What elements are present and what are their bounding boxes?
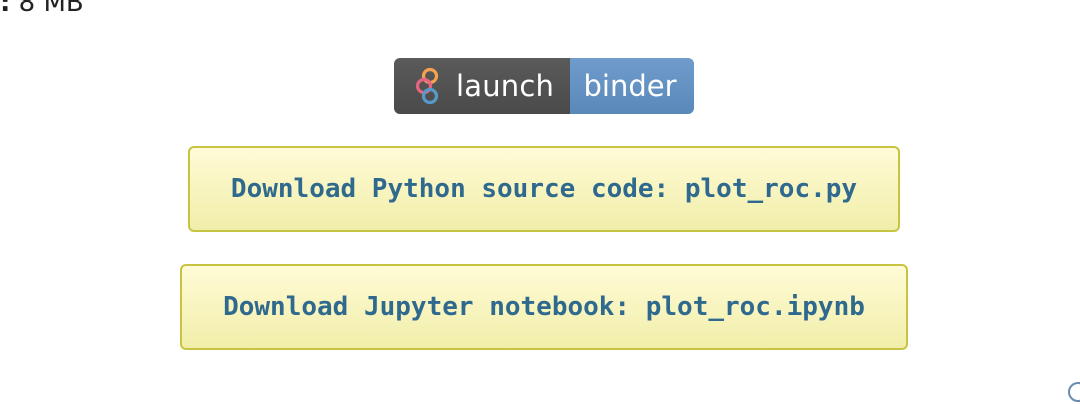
download-python-source-button[interactable]: Download Python source code: plot_roc.py	[188, 146, 900, 232]
launch-binder-badge[interactable]: launch binder	[394, 58, 694, 114]
memory-usage-text: : 8 MB	[0, 0, 84, 18]
binder-badge-right: binder	[570, 58, 694, 114]
download-jupyter-notebook-button[interactable]: Download Jupyter notebook: plot_roc.ipyn…	[180, 264, 908, 350]
binder-launch-label: launch	[456, 69, 555, 103]
memory-value: 8 MB	[18, 0, 84, 18]
memory-colon: :	[0, 0, 11, 18]
binder-label: binder	[583, 69, 677, 103]
download-python-source-label: Download Python source code: plot_roc.py	[230, 174, 858, 204]
page: : 8 MB launch binder Download Python sou…	[0, 0, 1080, 404]
download-jupyter-notebook-label: Download Jupyter notebook: plot_roc.ipyn…	[223, 292, 865, 322]
binder-logo-icon	[414, 66, 444, 106]
partial-edge-icon	[1068, 382, 1080, 402]
binder-badge-left: launch	[394, 58, 570, 114]
